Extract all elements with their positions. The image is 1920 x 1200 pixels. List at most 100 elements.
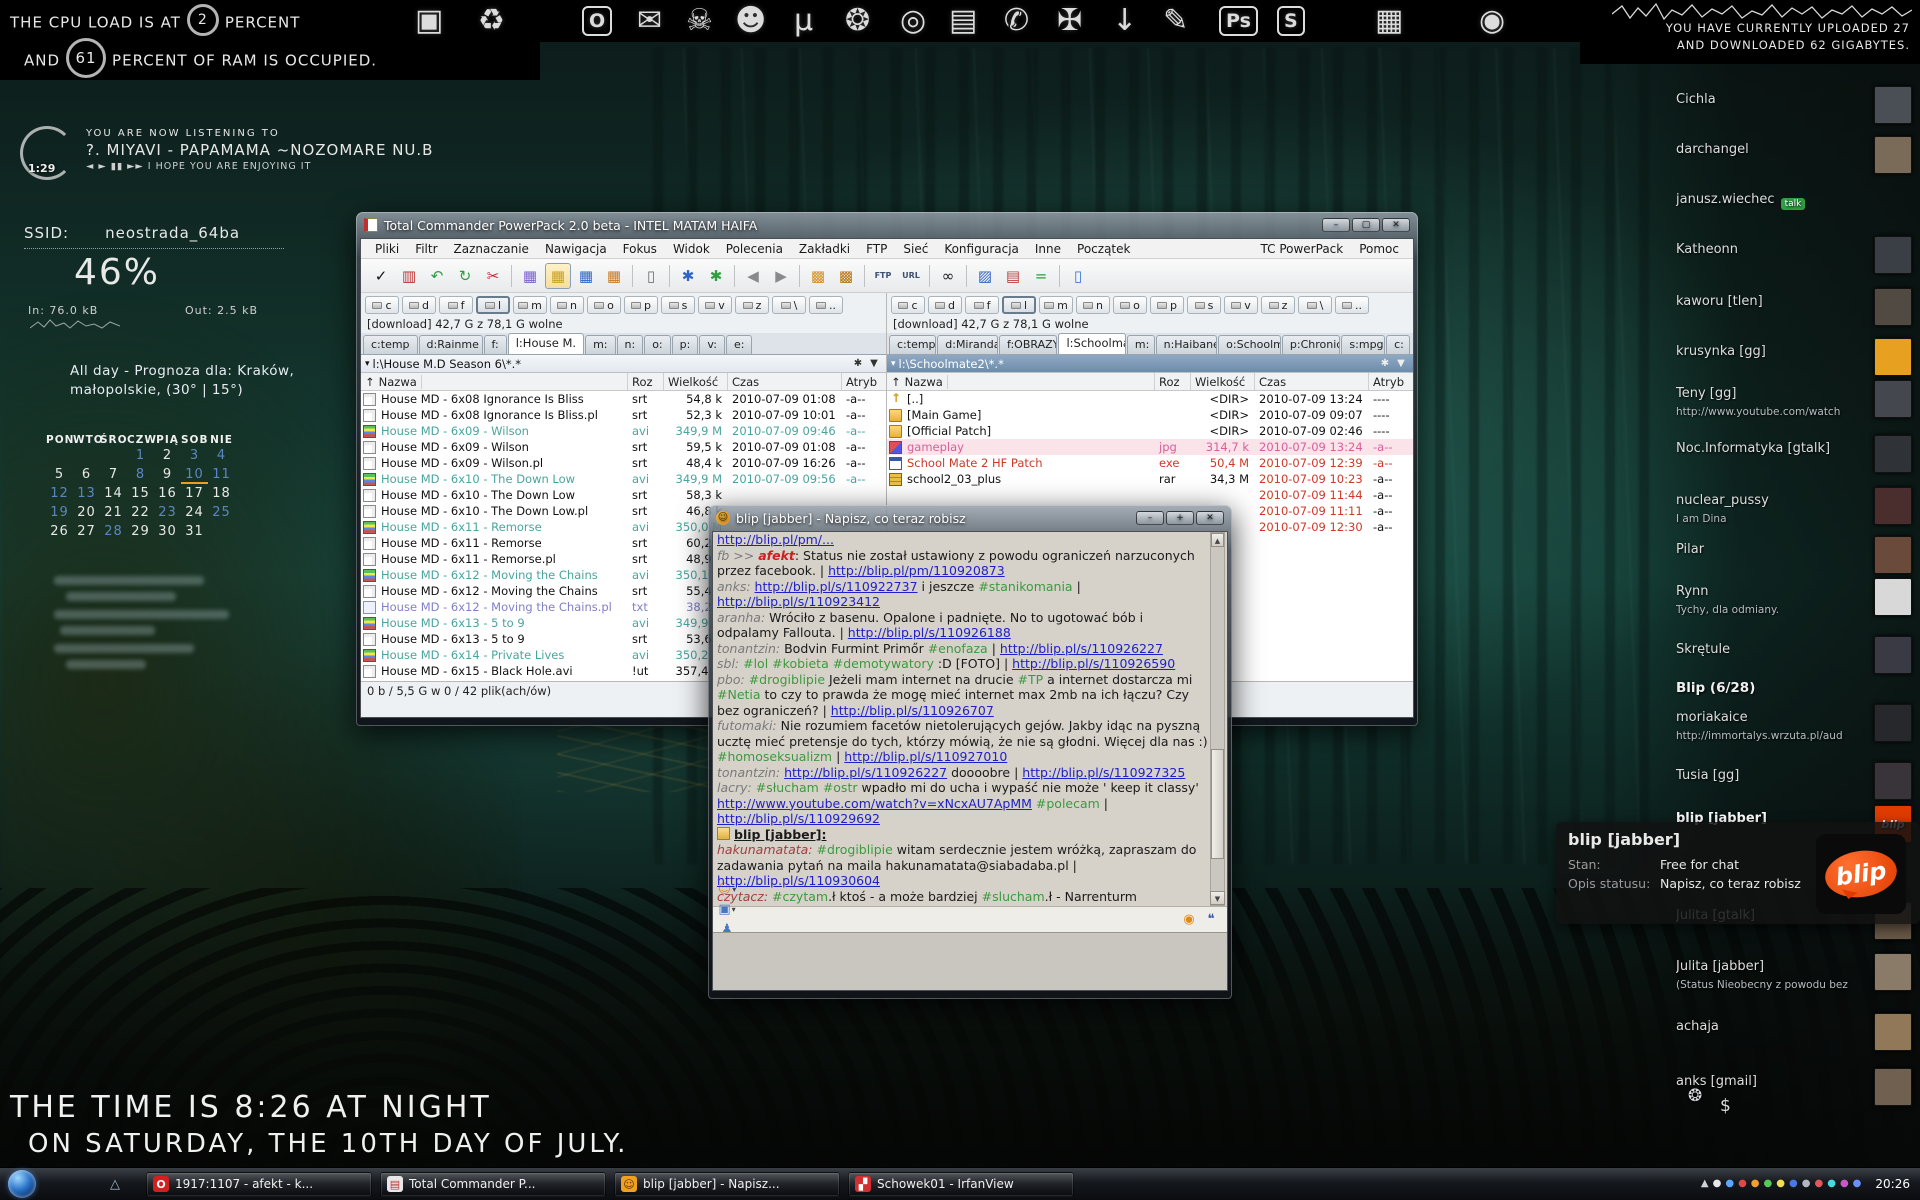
start-button[interactable] xyxy=(8,1170,36,1198)
toolbar-button[interactable]: ✂ xyxy=(480,263,506,289)
message-link[interactable]: http://blip.pl/s/110923412 xyxy=(717,594,880,609)
header-date[interactable]: Czas xyxy=(1255,373,1369,390)
file-row[interactable]: [Official Patch] <DIR> 2010-07-09 02:46 … xyxy=(887,423,1413,439)
drive-button[interactable]: n xyxy=(1076,296,1110,314)
header-attr[interactable]: Atryb xyxy=(842,373,886,390)
cd-icon[interactable]: ◎ xyxy=(900,3,926,39)
tray-icon[interactable]: ● xyxy=(1802,1179,1811,1189)
toolbar-button[interactable]: ✱ xyxy=(675,263,701,289)
contact-row[interactable]: Rynn Tychy, dla odmiany. xyxy=(1676,584,1914,616)
menu-item[interactable]: Nawigacja xyxy=(537,242,615,256)
file-row[interactable]: House MD - 6x08 Ignorance Is Bliss srt 5… xyxy=(361,391,886,407)
tray-icon[interactable]: ● xyxy=(1789,1179,1798,1189)
menu-item[interactable]: Pliki xyxy=(367,242,407,256)
file-row[interactable]: gameplay jpg 314,7 k 2010-07-09 13:24 -a… xyxy=(887,439,1413,455)
file-row[interactable]: House MD - 6x09 - Wilson avi 349,9 M 201… xyxy=(361,423,886,439)
message-link[interactable]: http://blip.pl/pm/... xyxy=(717,532,834,547)
drive-button[interactable]: z xyxy=(735,296,769,314)
message-link[interactable]: http://blip.pl/s/110927010 xyxy=(844,749,1007,764)
drive-button[interactable]: \ xyxy=(772,296,806,314)
folder-tab[interactable]: f:OBRAZY xyxy=(999,335,1057,354)
folder-tab[interactable]: o: xyxy=(644,335,670,354)
menu-item[interactable]: Pomoc xyxy=(1351,242,1407,256)
file-row[interactable]: [..] <DIR> 2010-07-09 13:24 ---- xyxy=(887,391,1413,407)
tc-titlebar[interactable]: Total Commander PowerPack 2.0 beta - INT… xyxy=(360,212,1414,238)
folder-tab[interactable]: f: xyxy=(484,335,507,354)
computer-icon[interactable]: ▣ xyxy=(415,3,443,39)
drive-button[interactable]: p xyxy=(624,296,658,314)
recycle-bin-icon[interactable]: ♻ xyxy=(478,3,505,39)
file-row[interactable]: School Mate 2 HF Patch exe 50,4 M 2010-0… xyxy=(887,455,1413,471)
drive-button[interactable]: n xyxy=(550,296,584,314)
header-date[interactable]: Czas xyxy=(728,373,842,390)
drive-button[interactable]: p xyxy=(1150,296,1184,314)
gears-icon[interactable]: ❂ xyxy=(845,3,870,39)
file-row[interactable]: House MD - 6x09 - Wilson.pl srt 48,4 k 2… xyxy=(361,455,886,471)
contact-row[interactable]: anks [gmail] xyxy=(1676,1074,1914,1093)
folder-tab[interactable]: l:Schoolma xyxy=(1058,333,1125,354)
path-bar[interactable]: ▾ l:\Schoolmate2\*.* ✱ ▼ xyxy=(887,355,1413,373)
header-ext[interactable]: Roz xyxy=(628,373,664,390)
history-button[interactable]: ▼ xyxy=(1393,358,1409,369)
menu-item[interactable]: Sieć xyxy=(895,242,936,256)
toolbar-button[interactable]: ▦ xyxy=(573,263,599,289)
chat-titlebar[interactable]: ☺ blip [jabber] - Napisz, co teraz robis… xyxy=(712,505,1228,531)
file-row[interactable]: House MD - 6x10 - The Down Low srt 58,3 … xyxy=(361,487,886,503)
menu-item[interactable]: Zakładki xyxy=(791,242,858,256)
tray-icon[interactable]: ● xyxy=(1827,1179,1836,1189)
tray-icon[interactable]: ● xyxy=(1751,1179,1760,1189)
menu-item[interactable]: Filtr xyxy=(407,242,445,256)
header-name[interactable]: ↑Nazwa xyxy=(887,373,1155,390)
folder-tab[interactable]: m: xyxy=(585,335,615,354)
path-dropdown-icon[interactable]: ▾ xyxy=(365,359,370,369)
menu-item[interactable]: Konfiguracja xyxy=(936,242,1027,256)
drive-button[interactable]: d xyxy=(928,296,962,314)
drive-button[interactable]: z xyxy=(1261,296,1295,314)
file-row[interactable]: school2_03_plus rar 34,3 M 2010-07-09 10… xyxy=(887,471,1413,487)
contact-row[interactable]: achaja xyxy=(1676,1019,1914,1038)
toolbar-button[interactable]: FTP xyxy=(870,263,896,289)
download-icon[interactable]: ↓ xyxy=(1112,3,1137,39)
menu-item[interactable]: Polecenia xyxy=(718,242,791,256)
wildcard-button[interactable]: ✱ xyxy=(1377,358,1393,369)
task-total-commander[interactable]: ▤ Total Commander P... xyxy=(380,1172,606,1197)
contact-row[interactable]: Julita [jabber] (Status Nieobecny z powo… xyxy=(1676,959,1914,991)
mail-icon[interactable]: ✉ xyxy=(637,3,662,39)
message-link[interactable]: http://blip.pl/pm/110920873 xyxy=(828,563,1005,578)
toolbar-button[interactable]: ▩ xyxy=(833,263,859,289)
tray-icon[interactable]: ● xyxy=(1814,1179,1823,1189)
folder-tab[interactable]: c:temp xyxy=(363,335,418,354)
contact-row[interactable]: Tusia [gg] xyxy=(1676,768,1914,787)
folder-tab[interactable]: d:Rainme xyxy=(419,335,483,354)
tray-icon[interactable]: ● xyxy=(1764,1179,1773,1189)
contact-row[interactable]: janusz.wiechectalk xyxy=(1676,192,1914,211)
path-bar[interactable]: ▾ l:\House M.D Season 6\*.* ✱ ▼ xyxy=(361,355,886,373)
tray-icon[interactable]: ● xyxy=(1738,1179,1747,1189)
drive-button[interactable]: l xyxy=(1002,296,1036,314)
header-size[interactable]: Wielkość xyxy=(664,373,728,390)
menu-item[interactable]: Widok xyxy=(665,242,718,256)
phone-icon[interactable]: ✆ xyxy=(1004,3,1029,39)
message-link[interactable]: http://blip.pl/s/110926227 xyxy=(1000,641,1163,656)
contact-row[interactable]: Noc.Informatyka [gtalk] xyxy=(1676,441,1914,460)
folder-tab[interactable]: v: xyxy=(699,335,725,354)
folder-tab[interactable]: m: xyxy=(1127,335,1155,354)
toolbar-button[interactable]: ▯ xyxy=(638,263,664,289)
tray-icon[interactable]: ● xyxy=(1776,1179,1785,1189)
folder-tab[interactable]: d:Miranda xyxy=(937,335,998,354)
utorrent-icon[interactable]: µ xyxy=(794,3,813,39)
folder-tab[interactable]: n:Haibane xyxy=(1156,335,1218,354)
contact-row[interactable]: Teny [gg] http://www.youtube.com/watch xyxy=(1676,386,1914,418)
tray-icon[interactable]: ▲ xyxy=(1701,1179,1709,1189)
drive-button[interactable]: o xyxy=(587,296,621,314)
tray-icon[interactable]: ● xyxy=(1840,1179,1849,1189)
tray-icon[interactable]: ● xyxy=(1853,1179,1862,1189)
quote-button[interactable]: ❝ xyxy=(1201,910,1221,930)
drive-button[interactable]: d xyxy=(402,296,436,314)
toolbar-button[interactable]: ◀ xyxy=(740,263,766,289)
history-button[interactable]: ▼ xyxy=(866,358,882,369)
contact-row[interactable]: darchangel xyxy=(1676,142,1914,161)
message-link[interactable]: http://blip.pl/s/110926188 xyxy=(848,625,1011,640)
toolbar-button[interactable]: ▦ xyxy=(601,263,627,289)
close-button[interactable]: ✕ xyxy=(1196,511,1224,525)
